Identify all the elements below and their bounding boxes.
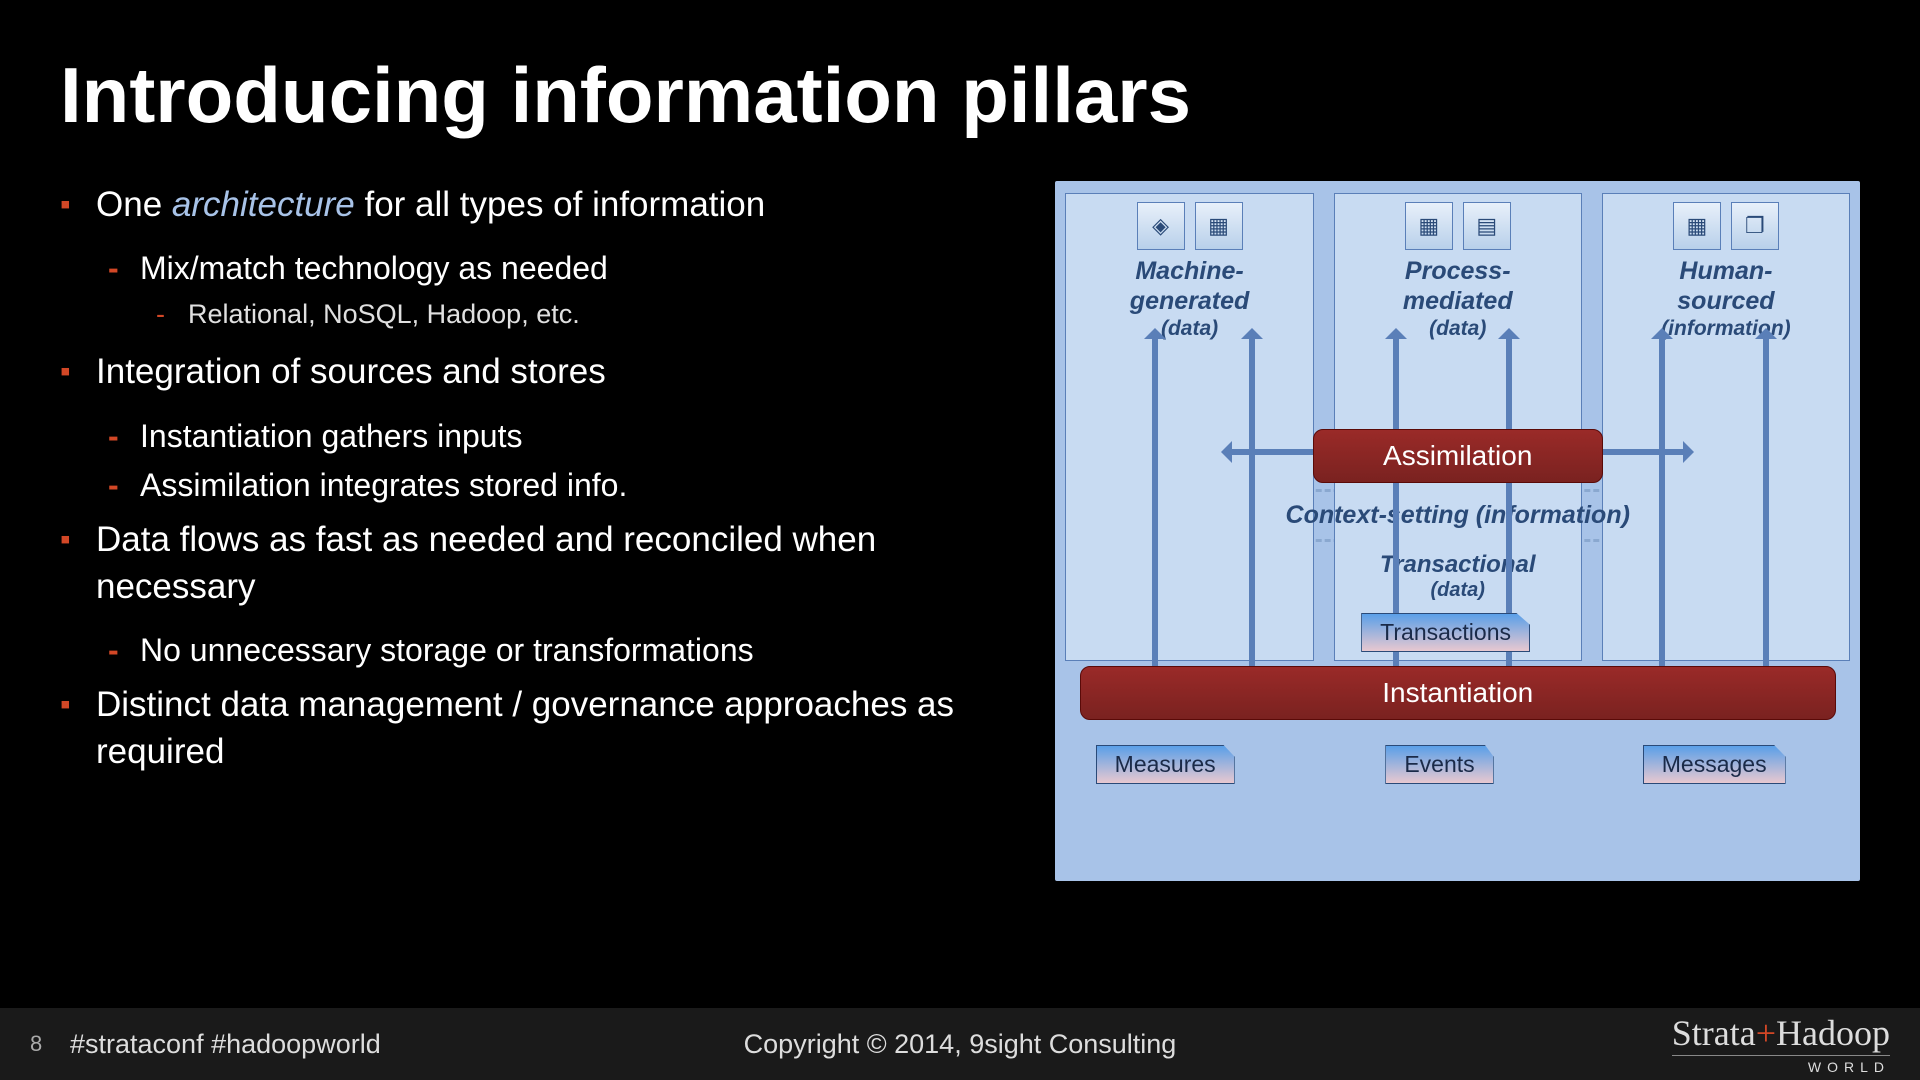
pillar-label: Machine-generated(data) <box>1074 256 1304 341</box>
pillars-diagram: ◈▦Machine-generated(data)▦▤Process-media… <box>1055 181 1860 881</box>
bullet-level-1: Integration of sources and stores <box>60 348 1025 395</box>
context-label: Context-setting (information) <box>1055 501 1860 530</box>
pillar: ◈▦ Machine-generated(data) <box>1065 193 1313 661</box>
page-number: 8 <box>30 1031 70 1057</box>
brand-logo: Strata+Hadoop WORLD <box>1672 1015 1890 1074</box>
arrow-left-icon <box>1224 449 1313 455</box>
footer: 8 #strataconf #hadoopworld Copyright © 2… <box>0 1008 1920 1080</box>
transactions-box: Transactions <box>1361 613 1530 652</box>
hashtags: #strataconf #hadoopworld <box>70 1029 381 1060</box>
transactional-text: Transactional <box>1380 551 1536 578</box>
brand-strata: Strata <box>1672 1013 1756 1053</box>
pillar-icon: ❐ <box>1731 202 1779 250</box>
pillar-label: Process-mediated(data) <box>1343 256 1573 341</box>
bullet-level-3: Relational, NoSQL, Hadoop, etc. <box>76 299 1025 330</box>
bullet-level-1: Data flows as fast as needed and reconci… <box>60 516 1025 611</box>
pillar: ▦❐ Human-sourced(information) <box>1602 193 1850 661</box>
arrow-up-icon <box>1659 331 1665 671</box>
instantiation-box: Instantiation <box>1080 666 1836 720</box>
arrow-right-icon <box>1603 449 1692 455</box>
pillar-icon: ▦ <box>1405 202 1453 250</box>
brand-hadoop: Hadoop <box>1776 1013 1890 1053</box>
arrow-up-icon <box>1152 331 1158 671</box>
slide: Introducing information pillars One arch… <box>0 0 1920 1080</box>
measures-box: Measures <box>1096 745 1235 784</box>
bullet-level-1: One architecture for all types of inform… <box>60 181 1025 228</box>
bullet-level-2: Assimilation integrates stored info. <box>76 467 1025 504</box>
transactional-label: Transactional (data) <box>1321 551 1595 602</box>
bullet-level-2: No unnecessary storage or transformation… <box>76 632 1025 669</box>
bullet-level-2: Instantiation gathers inputs <box>76 418 1025 455</box>
bullet-level-1: Distinct data management / governance ap… <box>60 681 1025 776</box>
brand-plus: + <box>1756 1013 1776 1053</box>
messages-box: Messages <box>1643 745 1786 784</box>
bullet-list: One architecture for all types of inform… <box>60 181 1025 881</box>
pillar-label: Human-sourced(information) <box>1611 256 1841 341</box>
pillar-icon: ▤ <box>1463 202 1511 250</box>
slide-title: Introducing information pillars <box>60 50 1860 141</box>
bullet-level-2: Mix/match technology as needed <box>76 250 1025 287</box>
pillar-icon: ▦ <box>1673 202 1721 250</box>
arrow-up-icon <box>1249 331 1255 671</box>
copyright: Copyright © 2014, 9sight Consulting <box>744 1029 1177 1060</box>
events-box: Events <box>1385 745 1493 784</box>
assimilation-box: Assimilation <box>1313 429 1603 483</box>
brand-world: WORLD <box>1672 1055 1890 1074</box>
pillar-icon: ▦ <box>1195 202 1243 250</box>
pillar-icon: ◈ <box>1137 202 1185 250</box>
arrow-up-icon <box>1763 331 1769 671</box>
transactional-sub: (data) <box>1321 579 1595 602</box>
content-row: One architecture for all types of inform… <box>60 181 1860 881</box>
